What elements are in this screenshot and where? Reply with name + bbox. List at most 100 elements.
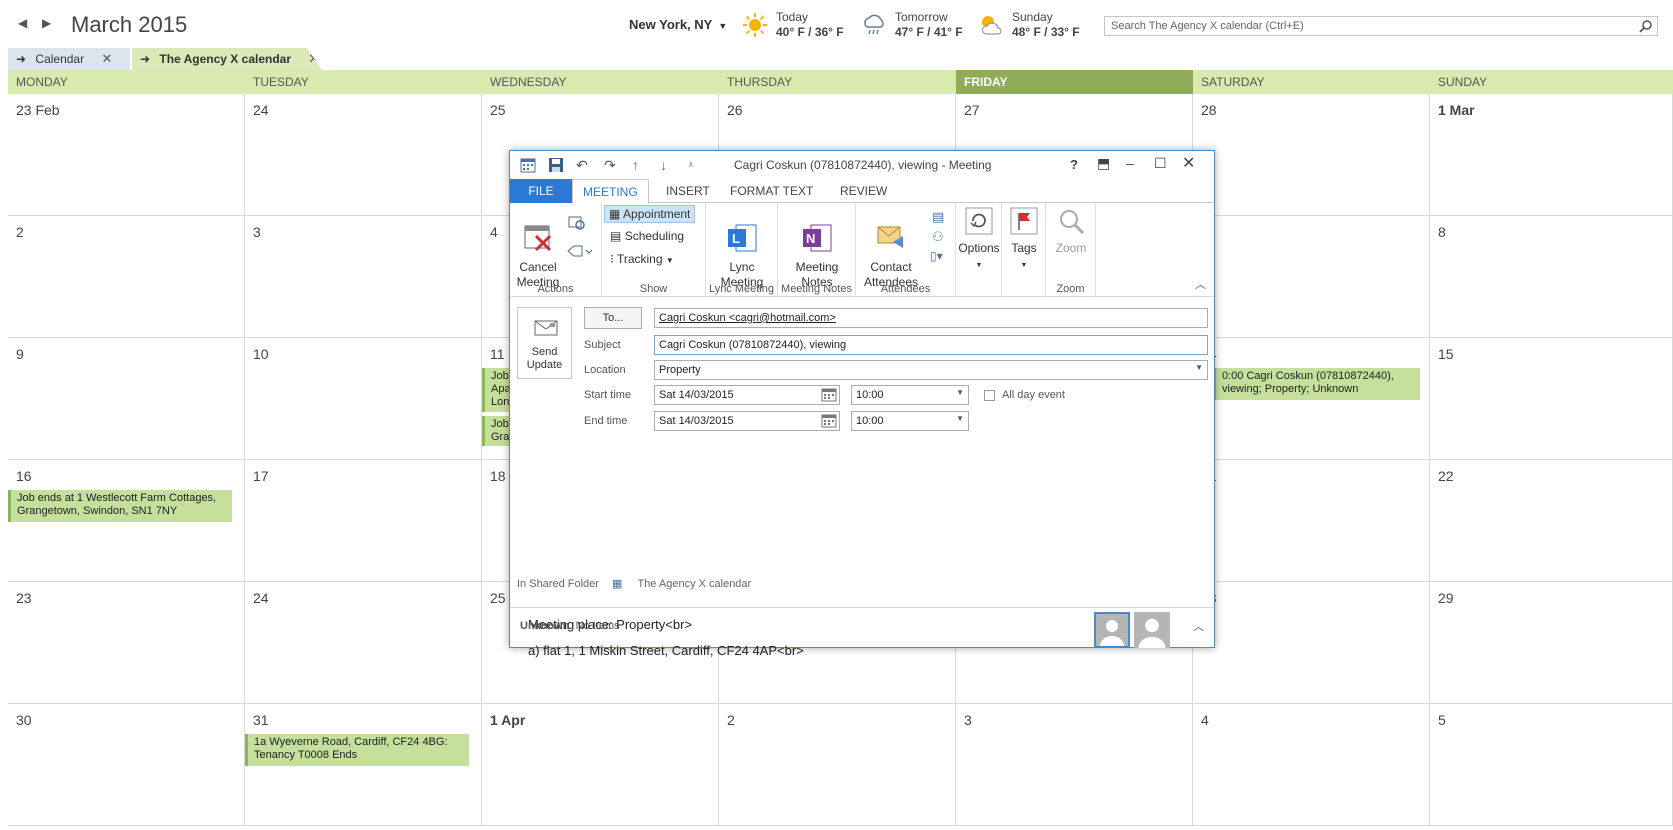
day-cell[interactable]: 8	[1430, 216, 1673, 338]
start-time-field[interactable]: 10:00 ▼	[851, 385, 969, 405]
subject-field[interactable]: Cagri Coskun (07810872440), viewing	[654, 335, 1208, 355]
cancel-meeting-button[interactable]: Cancel Meeting	[514, 207, 562, 290]
collapse-ribbon-icon[interactable]: ︿	[1195, 276, 1206, 292]
day-cell[interactable]: 24	[245, 582, 482, 704]
check-names-icon[interactable]: ⚇	[932, 229, 944, 245]
end-date-field[interactable]: Sat 14/03/2015	[654, 411, 840, 431]
day-cell[interactable]: 3	[245, 216, 482, 338]
forward-icon[interactable]	[568, 215, 586, 231]
save-icon[interactable]	[548, 157, 564, 173]
tags-label: Tags	[1011, 241, 1037, 255]
options-button[interactable]: Options ▼	[958, 207, 1000, 273]
tab-format-text[interactable]: FORMAT TEXT	[720, 179, 823, 203]
day-cell[interactable]: 24	[245, 94, 482, 216]
undo-icon[interactable]: ↶	[576, 157, 588, 174]
day-number: 3	[964, 712, 972, 728]
respond-icon[interactable]	[566, 243, 592, 259]
day-cell[interactable]: 23	[8, 582, 245, 704]
calendar-event[interactable]: 0:00 Cagri Coskun (07810872440), viewing…	[1213, 368, 1420, 400]
calendar-app-icon	[520, 158, 536, 173]
tab-meeting[interactable]: MEETING	[572, 179, 649, 204]
location-selector[interactable]: New York, NY ▼	[629, 17, 727, 32]
day-cell[interactable]: 17	[245, 460, 482, 582]
location-field[interactable]: Property ▼	[654, 360, 1208, 380]
day-cell[interactable]: 21	[1193, 460, 1430, 582]
to-button[interactable]: To...	[584, 307, 642, 329]
calendar-picker-icon[interactable]	[821, 388, 837, 402]
day-cell[interactable]: 2	[719, 704, 956, 826]
day-header: SUNDAY	[1430, 70, 1673, 94]
customize-toolbar-icon[interactable]: ⩡	[688, 160, 694, 171]
day-cell[interactable]: 28	[1193, 582, 1430, 704]
next-month-icon[interactable]: ▶	[42, 16, 51, 30]
day-number: 15	[1438, 346, 1454, 362]
day-cell[interactable]: 30	[8, 704, 245, 826]
start-date-field[interactable]: Sat 14/03/2015	[654, 385, 840, 405]
day-cell[interactable]: 10	[245, 338, 482, 460]
weather-temperature: 48° F / 33° F	[1012, 25, 1080, 39]
tab-insert[interactable]: INSERT	[656, 179, 720, 203]
search-icon[interactable]	[1639, 19, 1653, 33]
tab-agency-calendar[interactable]: ➜ The Agency X calendar ✕	[132, 48, 322, 70]
day-cell[interactable]: 9	[8, 338, 245, 460]
maximize-icon[interactable]: ☐	[1154, 155, 1167, 172]
chevron-down-icon[interactable]: ▼	[1195, 363, 1203, 372]
arrow-down-icon[interactable]: ↓	[660, 157, 667, 173]
ribbon-group-label: Lync Meeting	[708, 283, 775, 295]
day-cell[interactable]: 4	[1193, 704, 1430, 826]
address-book-icon[interactable]: ▤	[932, 209, 944, 225]
weather-temperature: 47° F / 41° F	[895, 25, 963, 39]
options-label: Options	[958, 241, 1000, 255]
day-cell[interactable]: 1 Mar	[1430, 94, 1673, 216]
help-button[interactable]: ?	[1070, 157, 1078, 172]
tab-file[interactable]: FILE	[510, 179, 572, 203]
day-cell[interactable]: 15	[1430, 338, 1673, 460]
response-options-icon[interactable]: ▯▾	[930, 249, 943, 263]
day-cell[interactable]: 5	[1430, 704, 1673, 826]
calendar-picker-icon[interactable]	[821, 414, 837, 428]
day-cell[interactable]: 7	[1193, 216, 1430, 338]
day-cell[interactable]: 1 Apr	[482, 704, 719, 826]
send-update-button[interactable]: Send Update	[517, 307, 572, 379]
contact-attendees-button[interactable]: Contact Attendees	[858, 207, 924, 290]
ribbon-display-icon[interactable]: ⬒	[1097, 155, 1110, 172]
search-input[interactable]: Search The Agency X calendar (Ctrl+E)	[1104, 16, 1658, 36]
appointment-button[interactable]: ▦ Appointment	[604, 205, 696, 223]
all-day-checkbox[interactable]	[984, 390, 995, 401]
chevron-down-icon[interactable]: ▼	[956, 388, 964, 397]
tab-review[interactable]: REVIEW	[830, 179, 897, 203]
day-cell[interactable]: 2	[8, 216, 245, 338]
calendar-event[interactable]: Job ends at 1 Westlecott Farm Cottages, …	[8, 490, 232, 522]
day-header: THURSDAY	[719, 70, 956, 94]
tab-label: Calendar	[35, 52, 85, 66]
avatar[interactable]	[1134, 612, 1170, 648]
to-field[interactable]: Cagri Coskun <cagri@hotmail.com>	[654, 308, 1208, 328]
end-time-field[interactable]: 10:00 ▼	[851, 411, 969, 431]
meeting-notes-button[interactable]: N Meeting Notes	[784, 207, 850, 290]
people-status: Unknown	[520, 620, 570, 632]
close-icon[interactable]: ✕	[1182, 153, 1195, 173]
day-cell[interactable]: 3	[956, 704, 1193, 826]
scheduling-button[interactable]: ▤ Scheduling	[606, 228, 688, 244]
chevron-down-icon[interactable]: ▼	[956, 414, 964, 423]
tags-button[interactable]: Tags ▼	[1004, 207, 1044, 273]
minimize-icon[interactable]: –	[1126, 155, 1134, 171]
close-icon[interactable]: ✕	[308, 51, 319, 66]
expand-people-pane-icon[interactable]: ︿	[1193, 618, 1204, 634]
redo-icon[interactable]: ↷	[604, 157, 616, 174]
day-cell[interactable]: 22	[1430, 460, 1673, 582]
avatar[interactable]	[1094, 612, 1130, 648]
zoom-button[interactable]: Zoom	[1050, 207, 1092, 256]
day-cell[interactable]: 28	[1193, 94, 1430, 216]
ribbon-group-lync: L Lync Meeting Lync Meeting	[706, 203, 778, 297]
day-cell[interactable]: 23 Feb	[8, 94, 245, 216]
close-icon[interactable]: ✕	[101, 51, 112, 66]
arrow-up-icon[interactable]: ↑	[632, 157, 639, 173]
lync-meeting-button[interactable]: L Lync Meeting	[710, 207, 774, 290]
day-number: 2	[16, 224, 24, 240]
previous-month-icon[interactable]: ◀	[18, 16, 27, 30]
tab-calendar[interactable]: ➜ Calendar ✕	[8, 48, 130, 70]
day-cell[interactable]: 29	[1430, 582, 1673, 704]
tracking-button[interactable]: ⁝ Tracking ▼	[606, 251, 678, 267]
calendar-event[interactable]: 1a Wyeverne Road, Cardiff, CF24 4BG: Ten…	[245, 734, 469, 766]
